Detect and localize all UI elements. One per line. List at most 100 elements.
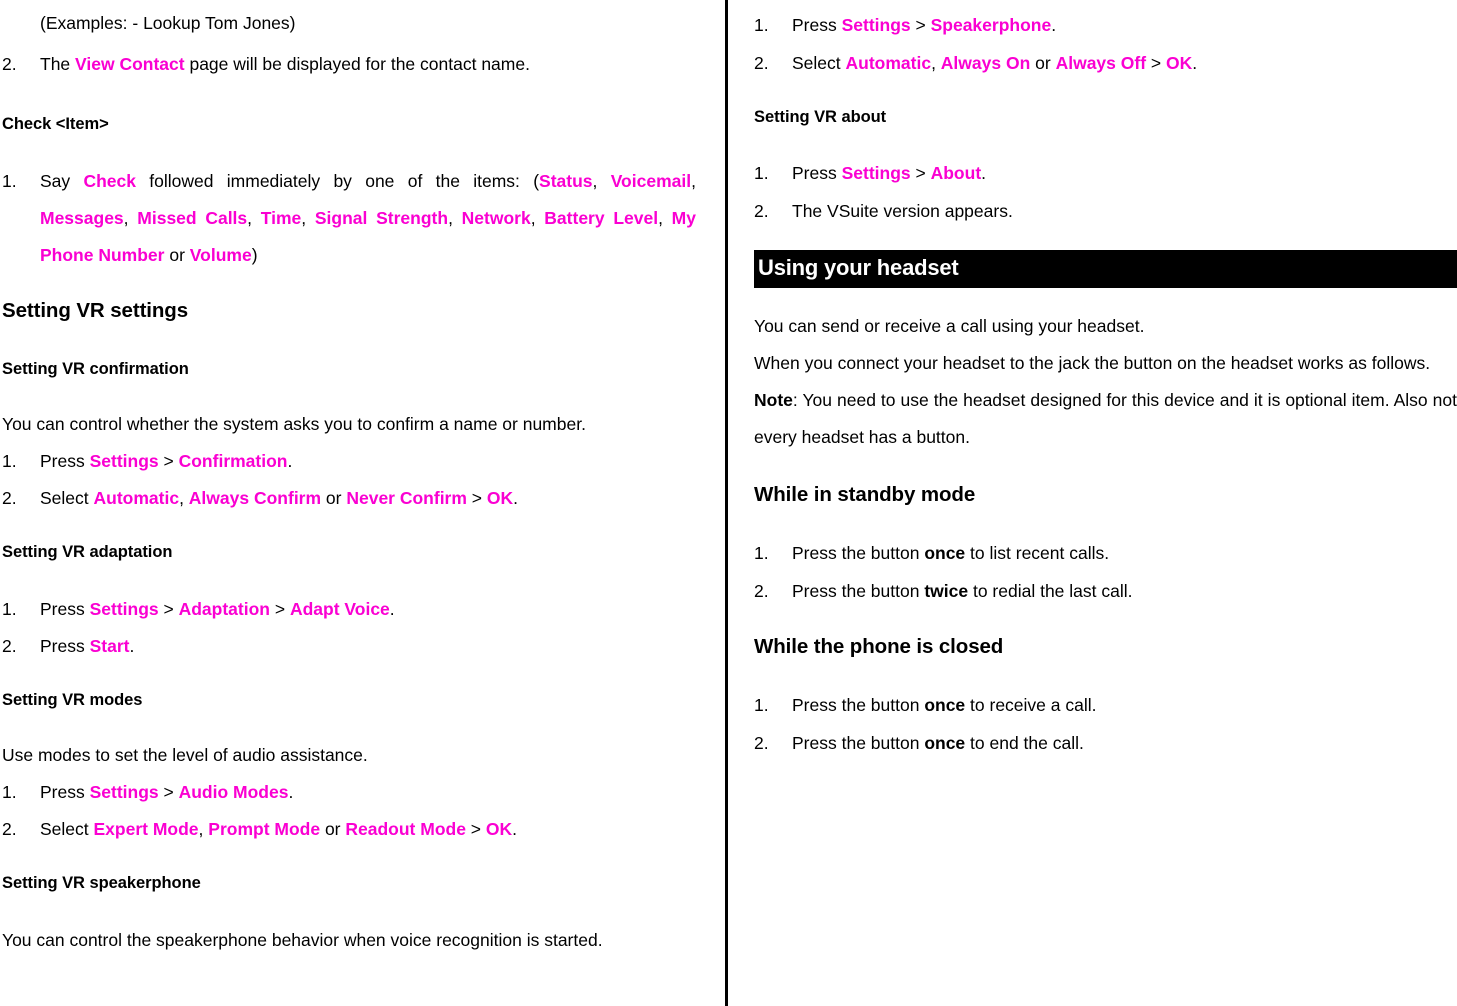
step-text-pre: The	[40, 54, 76, 74]
list-item: 2. Select Expert Mode, Prompt Mode or Rea…	[2, 811, 696, 848]
keyword-expert-mode: Expert Mode	[93, 819, 199, 839]
keyword-messages: Messages	[40, 208, 124, 228]
subheading-vr-speakerphone: Setting VR speakerphone	[2, 874, 201, 892]
note-label: Note	[754, 390, 793, 410]
list-marker: 1.	[2, 171, 17, 191]
step-text-3: >	[270, 599, 290, 619]
check-item-step-list: 1. Say Check followed immediately by one …	[2, 163, 696, 274]
list-marker: 1.	[2, 451, 17, 471]
keyword-settings: Settings	[89, 782, 159, 802]
heading-check-item: Check <Item>	[2, 115, 109, 133]
step-text-3: or	[320, 819, 346, 839]
keyword-automatic: Automatic	[845, 53, 932, 73]
list-marker: 1.	[754, 15, 769, 35]
list-item: 1. Say Check followed immediately by one …	[2, 163, 696, 274]
closed-step-list: 1. Press the button once to receive a cal…	[754, 686, 1457, 762]
heading-setting-vr-settings: Setting VR settings	[2, 299, 189, 322]
step-text-3: or	[1030, 53, 1056, 73]
modes-intro-paragraph: Use modes to set the level of audio assi…	[2, 745, 368, 765]
sep: ,	[530, 208, 545, 228]
list-marker: 2.	[2, 54, 17, 74]
step-text-2: >	[910, 163, 931, 183]
step-text-1: Press	[40, 782, 90, 802]
subheading-vr-confirmation: Setting VR confirmation	[2, 360, 189, 378]
list-marker: 2.	[754, 733, 769, 753]
keyword-automatic: Automatic	[93, 488, 180, 508]
document-page: (Examples: - Lookup Tom Jones) 2. The Vie…	[0, 0, 1457, 1006]
step-text-5: .	[513, 488, 519, 508]
banner-title: Using your headset	[758, 255, 959, 280]
headset-note-paragraph: Note: You need to use the headset design…	[754, 382, 1457, 456]
step-text-1: Press the button	[792, 733, 925, 753]
heading-while-the-phone-is-closed: While the phone is closed	[754, 635, 1004, 658]
list-item: 2. Press the button once to end the call.	[754, 724, 1457, 762]
step-text-5: .	[512, 819, 518, 839]
list-marker: 1.	[754, 695, 769, 715]
step-text-5: .	[1192, 53, 1198, 73]
emphasis-once: once	[924, 543, 966, 563]
modes-step-list: 1. Press Settings > Audio Modes. 2. Select…	[2, 774, 696, 848]
keyword-start: Start	[89, 636, 130, 656]
adaptation-step-list: 1. Press Settings > Adaptation > Adapt Vo…	[2, 591, 696, 665]
keyword-battery-level: Battery Level	[544, 208, 659, 228]
step-text-1: Press	[792, 15, 842, 35]
section-banner-using-your-headset: Using your headset	[754, 250, 1457, 288]
step-text-1: Press	[40, 451, 90, 471]
heading-while-in-standby-mode: While in standby mode	[754, 483, 976, 506]
headset-paragraph-1: You can send or receive a call using you…	[754, 316, 1145, 336]
list-marker: 2.	[2, 819, 17, 839]
sep: ,	[691, 171, 696, 191]
list-item: 1. Press Settings > Adaptation > Adapt Vo…	[2, 591, 696, 628]
keyword-settings: Settings	[841, 163, 911, 183]
step-text-3: .	[287, 451, 293, 471]
keyword-network: Network	[461, 208, 531, 228]
confirmation-intro-paragraph: You can control whether the system asks …	[2, 414, 586, 434]
keyword-always-on: Always On	[940, 53, 1031, 73]
step-text-1: The VSuite version appears.	[792, 201, 1013, 221]
examples-line: (Examples: - Lookup Tom Jones)	[40, 13, 296, 33]
emphasis-once: once	[924, 733, 966, 753]
step-text-2: ,	[198, 819, 209, 839]
confirmation-step-list: 1. Press Settings > Confirmation. 2. Selec…	[2, 443, 696, 517]
step-text-1: Press the button	[792, 543, 925, 563]
subheading-vr-modes: Setting VR modes	[2, 691, 143, 709]
step-text-2: to receive a call.	[965, 695, 1097, 715]
list-marker: 2.	[754, 581, 769, 601]
step-text-2: to end the call.	[965, 733, 1084, 753]
left-column: (Examples: - Lookup Tom Jones) 2. The Vie…	[0, 0, 700, 959]
list-item: 2. The View Contact page will be displaye…	[2, 46, 696, 83]
keyword-ok: OK	[485, 819, 513, 839]
list-item: 1. Press Settings > Confirmation.	[2, 443, 696, 480]
keyword-signal-strength: Signal Strength	[314, 208, 449, 228]
list-marker: 1.	[2, 782, 17, 802]
keyword-audio-modes: Audio Modes	[178, 782, 289, 802]
list-item: 1. Press the button once to list recent c…	[754, 534, 1457, 572]
note-text: : You need to use the headset designed f…	[754, 390, 1457, 447]
right-column: 1. Press Settings > Speakerphone. 2. Selec…	[754, 0, 1457, 762]
keyword-speakerphone: Speakerphone	[930, 15, 1052, 35]
keyword-time: Time	[260, 208, 302, 228]
list-marker: 1.	[2, 599, 17, 619]
step-text-1: Select	[40, 488, 94, 508]
list-marker: 2.	[2, 636, 17, 656]
headset-paragraph-2: When you connect your headset to the jac…	[754, 353, 1431, 373]
column-divider	[725, 0, 728, 1006]
step-text-4: .	[389, 599, 395, 619]
close-paren: )	[251, 245, 258, 265]
step-text-3: .	[288, 782, 294, 802]
subheading-vr-about: Setting VR about	[754, 108, 887, 126]
list-marker: 2.	[754, 201, 769, 221]
sep: ,	[658, 208, 672, 228]
sep: ,	[123, 208, 138, 228]
keyword-readout-mode: Readout Mode	[345, 819, 466, 839]
emphasis-once: once	[924, 695, 966, 715]
step-text-3: or	[321, 488, 347, 508]
keyword-never-confirm: Never Confirm	[346, 488, 467, 508]
keyword-settings: Settings	[89, 451, 159, 471]
keyword-adapt-voice: Adapt Voice	[289, 599, 390, 619]
keyword-always-confirm: Always Confirm	[188, 488, 322, 508]
keyword-voicemail: Voicemail	[610, 171, 692, 191]
step-text-1: Select	[792, 53, 846, 73]
step-text-2: followed immediately by one of the items…	[135, 171, 540, 191]
step-text-2: ,	[931, 53, 941, 73]
